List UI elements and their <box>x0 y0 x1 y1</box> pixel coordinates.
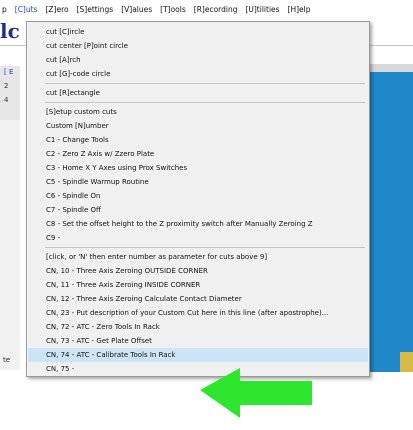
left-panel-bracket-text: [ E <box>4 68 14 76</box>
menu-item[interactable]: CN, 10 - Three Axis Zeroing OUTSIDE CORN… <box>28 264 368 278</box>
menu-separator <box>45 247 365 248</box>
menu-item[interactable]: cut [A]rch <box>28 53 368 67</box>
menu-item[interactable]: CN, 72 - ATC - Zero Tools In Rack <box>28 320 368 334</box>
app-logo-fragment: lc <box>0 19 20 43</box>
menu-item[interactable]: C1 - Change Tools <box>28 133 368 147</box>
right-panel-tile <box>400 352 413 372</box>
menubar-item-utilities[interactable]: [U]tilities <box>241 0 283 20</box>
menubar-item-values[interactable]: [V]alues <box>117 0 156 20</box>
menu-item[interactable]: C9 - <box>28 231 368 245</box>
right-panel-header <box>370 64 413 72</box>
menu-item[interactable]: CN, 23 - Put description of your Custom … <box>28 306 368 320</box>
menu-separator <box>45 83 365 84</box>
menu-item[interactable]: C7 - Spindle Off <box>28 203 368 217</box>
left-panel-number: 4 <box>4 96 9 104</box>
left-panel-lower <box>0 120 20 370</box>
menu-item-highlighted[interactable]: CN, 74 - ATC - Calibrate Tools In Rack <box>28 348 368 362</box>
menu-item[interactable]: [click, or 'N' then enter number as para… <box>28 250 368 264</box>
menu-separator <box>45 102 365 103</box>
menu-item[interactable]: C5 - Spindle Warmup Routine <box>28 175 368 189</box>
menu-item[interactable]: C3 - Home X Y Axes using Prox Switches <box>28 161 368 175</box>
menu-item[interactable]: CN, 11 - Three Axis Zeroing INSIDE CORNE… <box>28 278 368 292</box>
menubar-item-help[interactable]: [H]elp <box>284 0 315 20</box>
menu-item[interactable]: Custom [N]umber <box>28 119 368 133</box>
menu-bar: p [C]uts [Z]ero [S]ettings [V]alues [T]ools[… <box>0 0 413 20</box>
menu-item[interactable]: C8 - Set the offset height to the Z prox… <box>28 217 368 231</box>
menu-item[interactable]: cut [R]ectangle <box>28 86 368 100</box>
right-panel <box>370 72 413 372</box>
menubar-item-recording[interactable]: [R]ecording <box>190 0 242 20</box>
menubar-item-tools[interactable]: [T]ools <box>156 0 190 20</box>
green-arrow-icon <box>200 368 312 418</box>
menu-item[interactable]: cut [C]ircle <box>28 25 368 39</box>
left-panel-number: 2 <box>4 82 9 90</box>
menu-item[interactable]: CN, 73 - ATC - Get Plate Offset <box>28 334 368 348</box>
menubar-item-cuts[interactable]: [C]uts <box>11 0 42 20</box>
menubar-partial-item: p <box>2 5 7 14</box>
menu-item[interactable]: C2 - Zero Z Axis w/ Zzero Plate <box>28 147 368 161</box>
menu-item[interactable]: cut center [P]oint circle <box>28 39 368 53</box>
menubar-item-settings[interactable]: [S]ettings <box>73 0 118 20</box>
menu-item[interactable]: CN, 12 - Three Axis Zeroing Calculate Co… <box>28 292 368 306</box>
cuts-dropdown-menu: cut [C]ircle cut center [P]oint circle cut… <box>26 21 370 377</box>
menu-item[interactable]: [S]etup custom cuts <box>28 105 368 119</box>
menu-item[interactable]: CN, 75 - <box>28 362 368 376</box>
left-panel-label: te <box>3 356 11 364</box>
menu-item[interactable]: C6 - Spindle On <box>28 189 368 203</box>
menubar-item-zero[interactable]: [Z]ero <box>41 0 72 20</box>
menu-item[interactable]: cut [G]-code circle <box>28 67 368 81</box>
